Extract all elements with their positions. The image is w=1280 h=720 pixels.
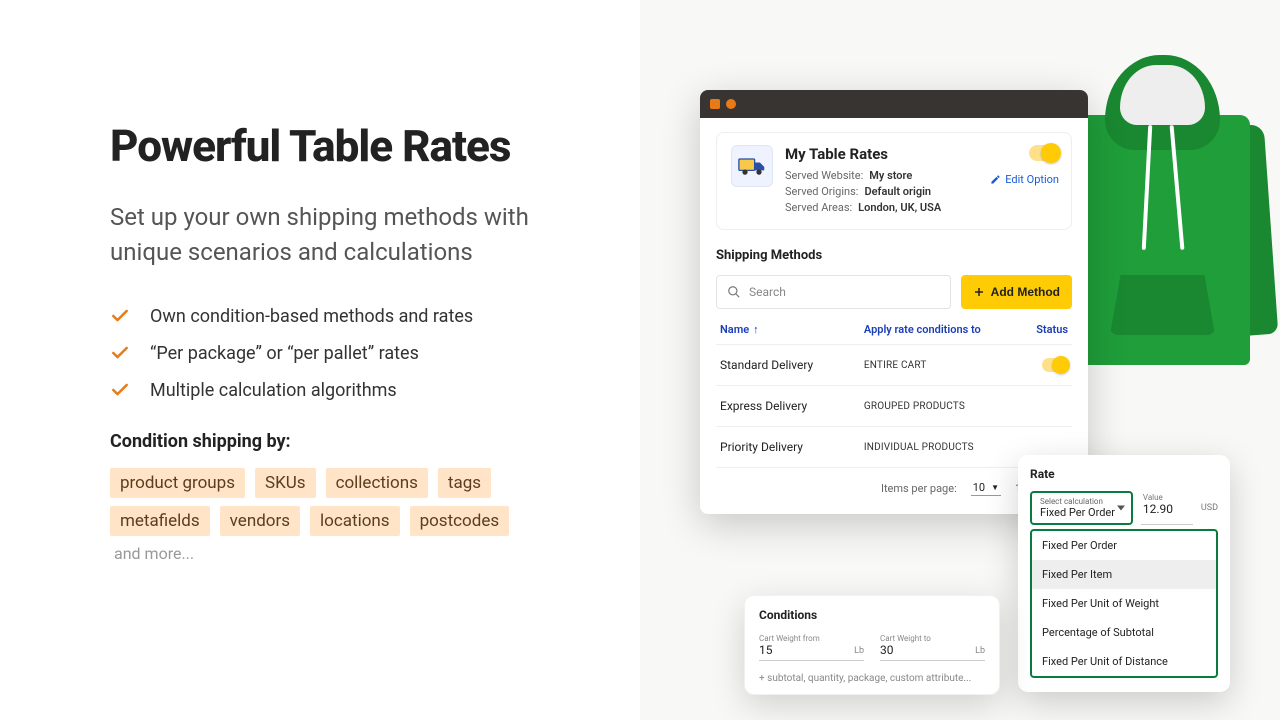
chip: metafields <box>110 506 210 536</box>
truck-icon <box>731 145 773 187</box>
card-row-value: My store <box>869 169 912 182</box>
col-status[interactable]: Status <box>1018 323 1068 336</box>
check-icon <box>110 380 130 400</box>
unit-label: Lb <box>975 646 985 656</box>
col-name[interactable]: Name ↑ <box>720 323 864 336</box>
chip: tags <box>438 468 491 498</box>
dropdown-item[interactable]: Fixed Per Item <box>1032 560 1216 589</box>
sort-up-icon: ↑ <box>753 323 759 336</box>
chip: product groups <box>110 468 245 498</box>
add-method-label: Add Method <box>991 285 1060 299</box>
card-row-value: London, UK, USA <box>858 201 941 214</box>
condition-heading: Condition shipping by: <box>110 431 585 452</box>
chip: postcodes <box>410 506 510 536</box>
field-value: 30 <box>880 643 985 657</box>
value-label: Value <box>1143 493 1191 502</box>
calculation-select[interactable]: Select calculation Fixed Per Order <box>1030 491 1133 525</box>
chip: vendors <box>220 506 300 536</box>
window-control-icon <box>726 99 736 109</box>
page-subtitle: Set up your own shipping methods with un… <box>110 200 585 270</box>
app-titlebar <box>700 90 1088 118</box>
bullet-text: Own condition-based methods and rates <box>150 306 473 327</box>
rate-value-input[interactable]: Value 12.90 <box>1141 491 1193 525</box>
search-input[interactable]: Search <box>716 275 951 309</box>
bullet-text: Multiple calculation algorithms <box>150 380 397 401</box>
search-icon <box>727 285 741 299</box>
card-row-label: Served Areas: <box>785 201 852 214</box>
weight-from-input[interactable]: Cart Weight from 15 Lb <box>759 634 864 661</box>
chip: SKUs <box>255 468 316 498</box>
weight-to-input[interactable]: Cart Weight to 30 Lb <box>880 634 985 661</box>
unit-label: Lb <box>854 646 864 656</box>
cell-apply: INDIVIDUAL PRODUCTS <box>864 442 1018 453</box>
enable-toggle[interactable] <box>1029 145 1059 161</box>
rate-panel: Rate Select calculation Fixed Per Order … <box>1018 455 1230 692</box>
field-value: 15 <box>759 643 864 657</box>
search-placeholder: Search <box>749 285 786 299</box>
select-value: Fixed Per Order <box>1040 506 1123 519</box>
card-title: My Table Rates <box>785 145 1057 163</box>
col-apply[interactable]: Apply rate conditions to <box>864 323 1018 336</box>
rate-title: Rate <box>1030 467 1218 481</box>
row-toggle[interactable] <box>1042 358 1068 372</box>
table-row[interactable]: Express Delivery GROUPED PRODUCTS <box>716 385 1072 426</box>
check-icon <box>110 343 130 363</box>
select-label: Select calculation <box>1040 497 1123 506</box>
check-icon <box>110 306 130 326</box>
cell-apply: ENTIRE CART <box>864 360 1018 371</box>
card-row-value: Default origin <box>864 185 931 198</box>
conditions-title: Conditions <box>759 608 985 622</box>
field-label: Cart Weight from <box>759 634 864 643</box>
chevron-down-icon: ▼ <box>991 483 999 492</box>
and-more-label: and more... <box>110 544 194 563</box>
plus-icon <box>973 286 985 298</box>
calculation-dropdown: Fixed Per Order Fixed Per Item Fixed Per… <box>1030 529 1218 678</box>
dropdown-item[interactable]: Percentage of Subtotal <box>1032 618 1216 647</box>
summary-card: My Table Rates Served Website: My store S… <box>716 132 1072 230</box>
edit-option-label: Edit Option <box>1005 173 1059 186</box>
bullet-text: “Per package” or “per pallet” rates <box>150 343 419 364</box>
dropdown-item[interactable]: Fixed Per Order <box>1032 531 1216 560</box>
card-row-label: Served Website: <box>785 169 863 182</box>
chip: locations <box>310 506 400 536</box>
cell-name: Priority Delivery <box>720 440 864 454</box>
dropdown-item[interactable]: Fixed Per Unit of Weight <box>1032 589 1216 618</box>
bullet-item: “Per package” or “per pallet” rates <box>110 343 585 364</box>
bullet-item: Own condition-based methods and rates <box>110 306 585 327</box>
cell-apply: GROUPED PRODUCTS <box>864 401 1018 412</box>
chevron-down-icon <box>1117 506 1125 511</box>
window-control-icon <box>710 99 720 109</box>
edit-option-link[interactable]: Edit Option <box>990 173 1059 186</box>
bullet-item: Multiple calculation algorithms <box>110 380 585 401</box>
app-window: My Table Rates Served Website: My store S… <box>700 90 1088 514</box>
conditions-more-text: + subtotal, quantity, package, custom at… <box>759 673 985 684</box>
table-row[interactable]: Standard Delivery ENTIRE CART <box>716 344 1072 385</box>
currency-label: USD <box>1201 503 1218 513</box>
value-number: 12.90 <box>1143 502 1191 516</box>
card-row-label: Served Origins: <box>785 185 858 198</box>
items-per-page-label: Items per page: <box>881 482 957 495</box>
items-per-page-select[interactable]: 10▼ <box>971 480 1001 496</box>
conditions-panel: Conditions Cart Weight from 15 Lb Cart W… <box>744 595 1000 695</box>
dropdown-item[interactable]: Fixed Per Unit of Distance <box>1032 647 1216 676</box>
cell-name: Standard Delivery <box>720 358 864 372</box>
field-label: Cart Weight to <box>880 634 985 643</box>
add-method-button[interactable]: Add Method <box>961 275 1072 309</box>
cell-name: Express Delivery <box>720 399 864 413</box>
shipping-methods-heading: Shipping Methods <box>716 248 1072 263</box>
page-title: Powerful Table Rates <box>110 120 585 172</box>
marketing-pane: Powerful Table Rates Set up your own shi… <box>0 0 640 720</box>
chip: collections <box>326 468 428 498</box>
